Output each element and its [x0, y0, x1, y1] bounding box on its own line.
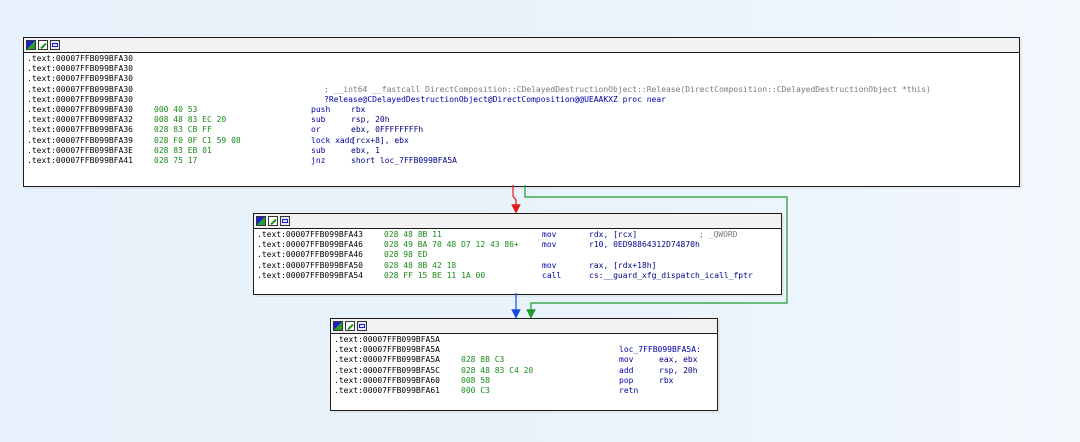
edge-false-branch: [511, 185, 521, 214]
flow-edges: [511, 185, 788, 319]
edge-true-branch: [524, 185, 788, 319]
